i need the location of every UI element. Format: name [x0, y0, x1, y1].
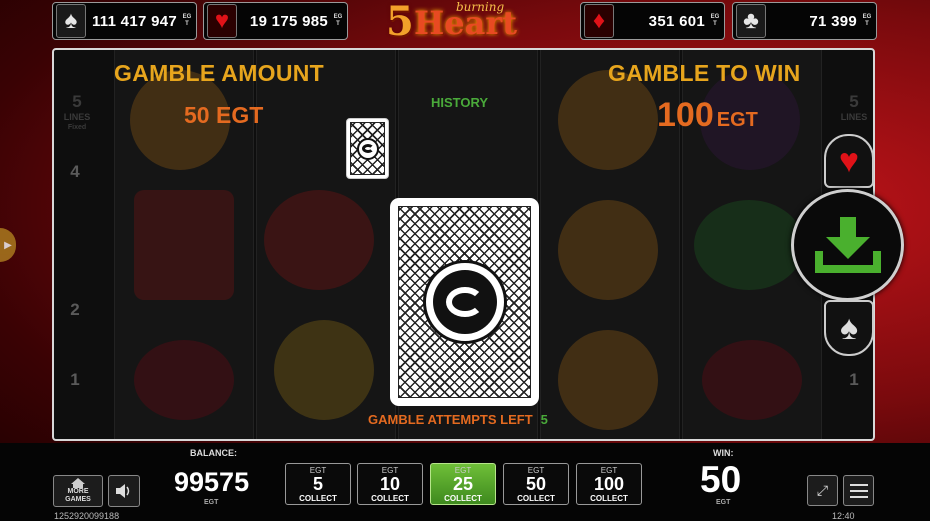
more-games-label: MORE GAMES [65, 488, 91, 503]
black-choice-button[interactable]: ♠ [824, 300, 874, 356]
to-win-amount: 100 [657, 96, 714, 134]
stake-button-5[interactable]: EGT 5 COLLECT [285, 463, 351, 505]
card-emblem-icon [422, 260, 507, 344]
stake-action: COLLECT [299, 494, 337, 503]
download-icon [814, 217, 881, 273]
history-card [346, 118, 389, 179]
lines-word-left: LINES [63, 112, 91, 122]
line-number-1: 1 [70, 370, 80, 389]
jackpot-currency: EGT [862, 14, 872, 27]
stake-action: COLLECT [444, 494, 482, 503]
cherry-symbol [702, 340, 802, 420]
stake-button-50[interactable]: EGT 50 COLLECT [503, 463, 569, 505]
orange-symbol [558, 200, 658, 300]
sound-button[interactable] [108, 475, 140, 507]
stake-action: COLLECT [590, 494, 628, 503]
stake-value: 25 [452, 474, 474, 494]
logo-five: 5 [386, 0, 414, 45]
jackpot-currency: EGT [182, 14, 192, 27]
seven-symbol [134, 190, 234, 300]
speaker-icon [116, 484, 130, 498]
gamble-to-win-title: GAMBLE TO WIN [608, 60, 801, 86]
heart-icon: ♥ [207, 4, 237, 38]
stake-value: 10 [379, 474, 401, 494]
heart-icon: ♥ [838, 141, 860, 180]
gamble-amount-title: GAMBLE AMOUNT [114, 60, 325, 86]
win-value: 50 [700, 459, 742, 500]
jackpot-club: ♣ 71 399 EGT [732, 2, 877, 40]
bottom-bar: MORE GAMES BALANCE: 99575 EGT EGT 5 COLL… [0, 443, 930, 521]
stake-action: COLLECT [517, 494, 555, 503]
line-number-1-right: 1 [849, 370, 859, 389]
gamble-amount-value: 50 EGT [184, 102, 264, 128]
gamble-to-win-value: 100 EGT [657, 96, 758, 135]
stake-button-10[interactable]: EGT 10 COLLECT [357, 463, 423, 505]
stake-button-25[interactable]: EGT 25 COLLECT [430, 463, 496, 505]
gamble-card [390, 198, 539, 406]
jackpot-diamond: ♦ 351 601 EGT [580, 2, 725, 40]
stake-value: 100 [593, 474, 625, 494]
attempts-value: 5 [540, 412, 548, 427]
fullscreen-button[interactable]: ⤢ [807, 475, 838, 506]
card-emblem-icon [356, 137, 379, 160]
stake-value: 5 [312, 474, 323, 494]
jackpot-value: 71 399 [809, 12, 857, 30]
balance-currency: EGT [204, 499, 219, 506]
bell-symbol [274, 320, 374, 420]
win-currency: EGT [716, 499, 731, 506]
line-number-4: 4 [70, 162, 80, 181]
lines-sub-left: Fixed [67, 124, 87, 131]
menu-button[interactable] [843, 475, 874, 506]
card-back-pattern [398, 206, 531, 398]
logo-burning: burning [456, 0, 505, 14]
red-choice-button[interactable]: ♥ [824, 134, 874, 188]
game-logo: 5 Heart burning [380, 0, 550, 45]
spade-icon: ♠ [56, 4, 86, 38]
card-back-pattern [350, 122, 385, 175]
jackpot-spade: ♠ 111 417 947 EGT [52, 2, 197, 40]
wild-symbol [264, 190, 374, 290]
win-label: WIN: [713, 448, 734, 458]
jackpot-currency: EGT [333, 14, 343, 27]
attempts-label: GAMBLE ATTEMPTS LEFT [368, 412, 533, 427]
to-win-currency: EGT [716, 109, 758, 131]
stake-action: COLLECT [371, 494, 409, 503]
stake-button-100[interactable]: EGT 100 COLLECT [576, 463, 642, 505]
jackpot-value: 111 417 947 [91, 12, 177, 30]
side-panel-toggle[interactable]: ▶ [0, 228, 16, 262]
clock: 12:40 [832, 511, 855, 521]
jackpot-currency: EGT [710, 14, 720, 27]
diamond-icon: ♦ [584, 4, 614, 38]
jackpot-heart: ♥ 19 175 985 EGT [203, 2, 348, 40]
home-icon [71, 478, 85, 488]
lines-word-right: LINES [840, 112, 868, 122]
lines-indicator-left: 5 [72, 92, 82, 111]
line-number-2: 2 [70, 300, 80, 319]
balance-label: BALANCE: [190, 448, 237, 458]
gamble-attempts: GAMBLE ATTEMPTS LEFT 5 [368, 412, 548, 427]
more-games-button[interactable]: MORE GAMES [53, 475, 103, 507]
lines-indicator-right: 5 [849, 92, 859, 111]
jackpot-value: 19 175 985 [249, 12, 328, 30]
watermelon-symbol [694, 200, 804, 290]
spade-icon: ♠ [839, 308, 859, 347]
balance-value: 99575 [174, 467, 250, 497]
stake-value: 50 [525, 474, 547, 494]
collect-button[interactable] [791, 189, 904, 301]
hamburger-icon [849, 483, 868, 486]
club-icon: ♣ [736, 4, 766, 38]
gamble-panel: 5 LINES Fixed 4 2 1 5 LINES 1 GAMBLE AMO… [52, 48, 875, 441]
history-label: HISTORY [431, 95, 489, 110]
jackpot-value: 351 601 [648, 12, 705, 30]
cherry-symbol [134, 340, 234, 420]
session-id: 1252920099188 [54, 511, 120, 521]
orange-symbol [558, 330, 658, 430]
fullscreen-icon: ⤢ [816, 482, 829, 498]
